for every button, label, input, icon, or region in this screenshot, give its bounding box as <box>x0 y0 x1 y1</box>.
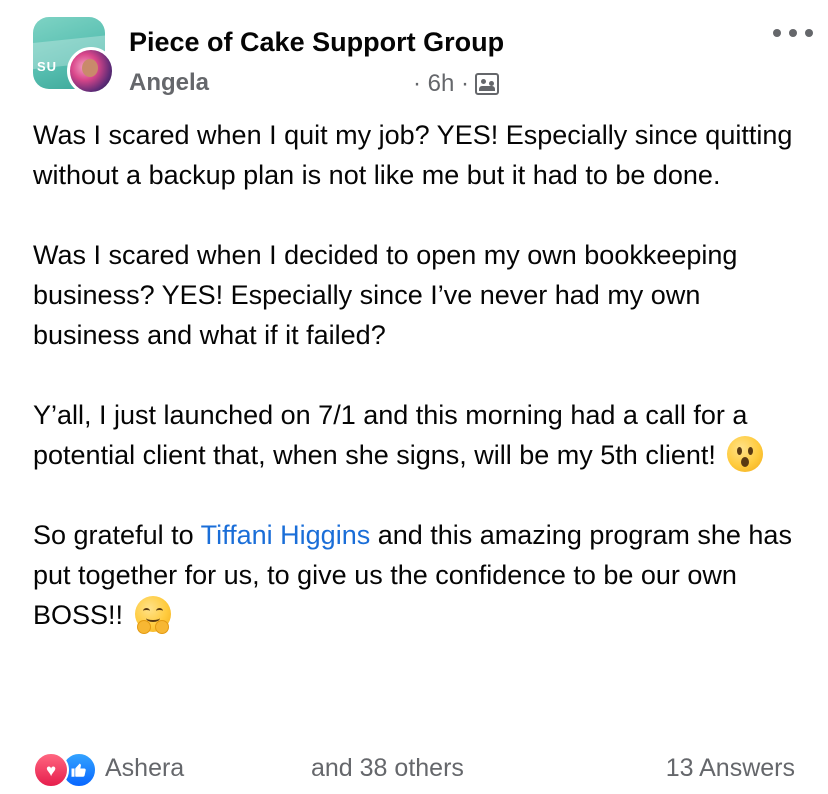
group-avatar-text: SU <box>37 59 58 74</box>
reactors-summary[interactable]: Ashera and 38 others <box>105 754 464 783</box>
post-paragraph: Y’all, I just launched on 7/1 and this m… <box>33 395 803 475</box>
post-body: Was I scared when I quit my job? YES! Es… <box>33 115 803 635</box>
author-avatar[interactable] <box>67 47 115 95</box>
reactor-others: and 38 others <box>311 754 464 782</box>
post-paragraph-text: So grateful to <box>33 520 201 550</box>
post-time[interactable]: · 6h · <box>413 70 469 98</box>
post-header: SU Piece of Cake Support Group Angela · … <box>33 17 813 101</box>
reactor-name: Ashera <box>105 754 185 782</box>
post-paragraph: Was I scared when I quit my job? YES! Es… <box>33 120 793 190</box>
post-paragraph: So grateful to Tiffani Higgins and this … <box>33 515 803 635</box>
reaction-icons[interactable]: ♥ <box>33 752 99 788</box>
author-avatar-face <box>82 59 98 77</box>
mention-link[interactable]: Tiffani Higgins <box>201 520 371 550</box>
post-meta: · 6h · <box>413 70 500 98</box>
dot-icon <box>773 29 781 37</box>
hugging-face-emoji <box>134 596 171 634</box>
post-paragraph: Was I scared when I decided to open my o… <box>33 240 738 350</box>
post-footer: ♥ Ashera and 38 others 13 Answers <box>33 750 795 790</box>
dot-icon <box>789 29 797 37</box>
more-options-button[interactable] <box>773 23 813 43</box>
post-paragraph-text: Y’all, I just launched on 7/1 and this m… <box>33 400 748 470</box>
surprised-face-emoji <box>727 436 764 472</box>
answers-count[interactable]: 13 Answers <box>666 754 795 783</box>
group-name[interactable]: Piece of Cake Support Group <box>129 27 504 58</box>
dot-icon <box>805 29 813 37</box>
group-audience-icon[interactable] <box>475 73 500 95</box>
love-reaction-icon: ♥ <box>33 752 69 788</box>
thumbs-up-icon <box>71 763 86 777</box>
author-name[interactable]: Angela <box>129 69 209 97</box>
